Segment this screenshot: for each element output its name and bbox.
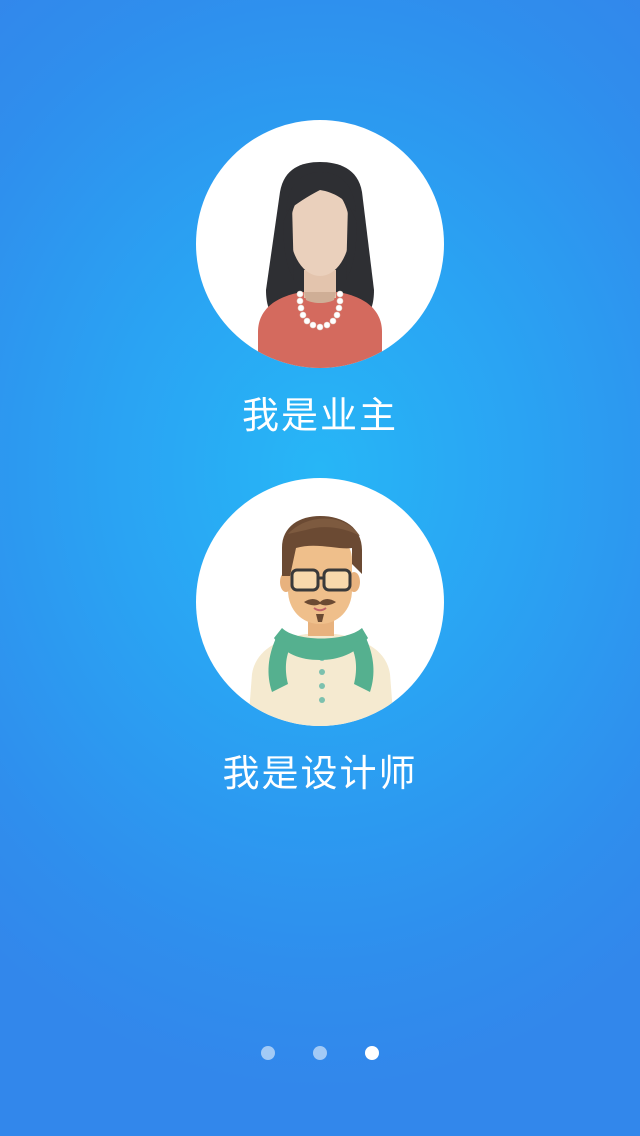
owner-role-label: 我是业主: [242, 394, 398, 437]
man-designer-avatar-icon: [248, 516, 394, 726]
page-dot[interactable]: [313, 1046, 327, 1060]
owner-role-button[interactable]: 我是业主: [0, 120, 640, 438]
role-select-screen: 我是业主 我是设计师: [0, 0, 640, 1136]
designer-role-label: 我是设计师: [222, 752, 418, 795]
page-indicator: [0, 1046, 640, 1062]
designer-avatar[interactable]: [196, 478, 444, 726]
designer-role-button[interactable]: 我是设计师: [0, 478, 640, 796]
owner-avatar[interactable]: [196, 120, 444, 368]
woman-avatar-icon: [258, 162, 382, 368]
page-dot[interactable]: [261, 1046, 275, 1060]
page-dot-active[interactable]: [365, 1046, 379, 1060]
